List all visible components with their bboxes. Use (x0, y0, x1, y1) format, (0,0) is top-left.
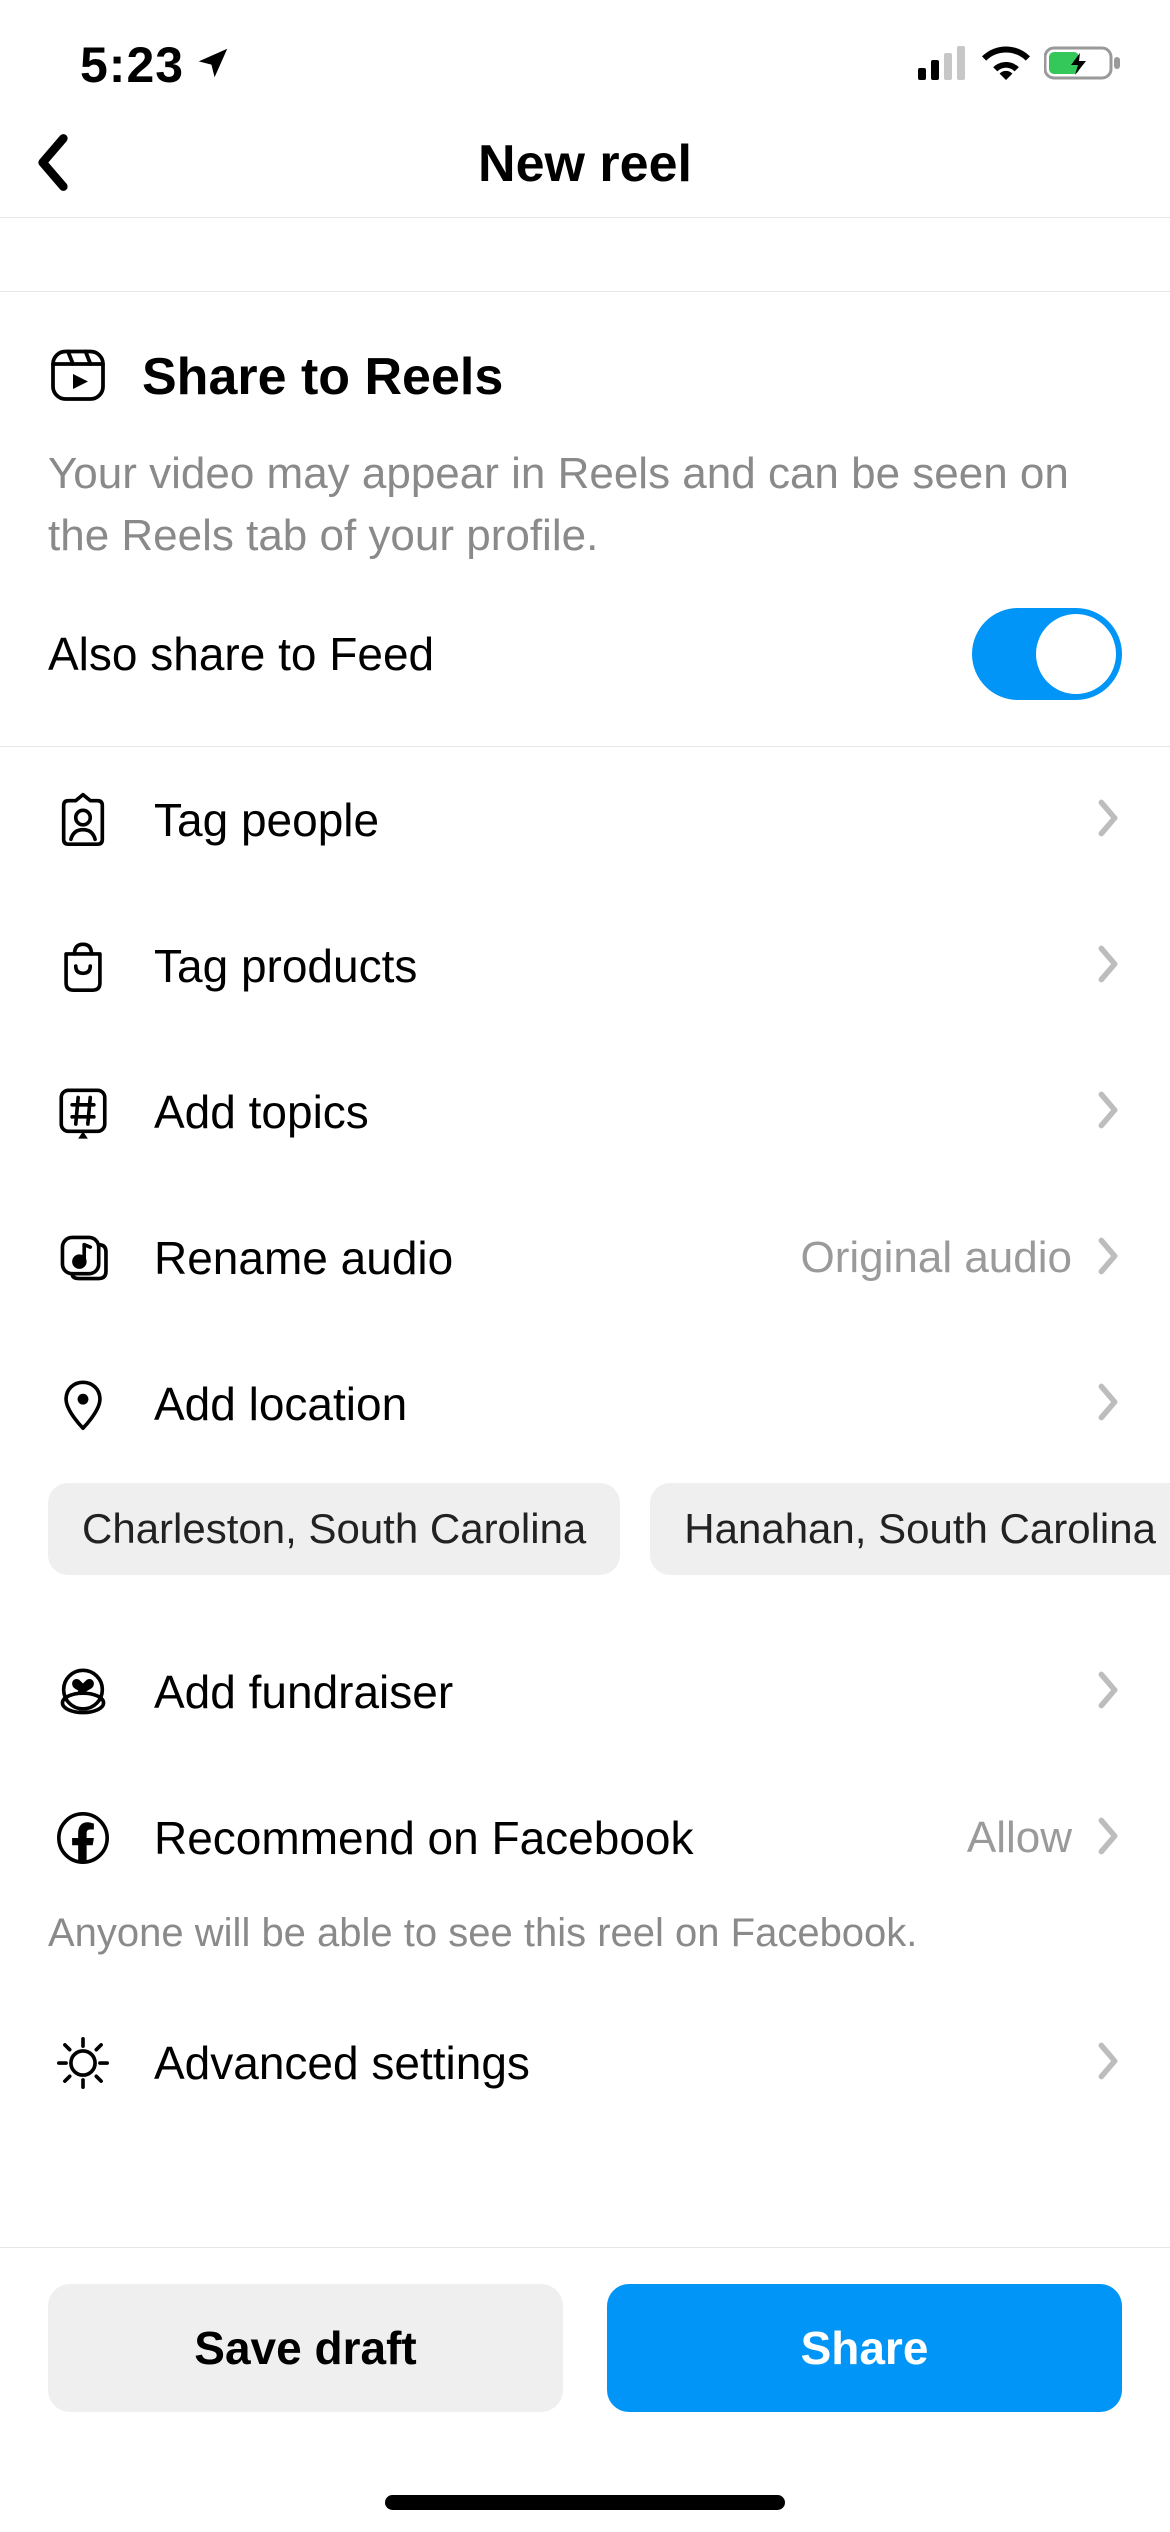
chevron-right-icon (1094, 1382, 1122, 1427)
person-tag-icon (48, 791, 118, 849)
location-chip[interactable]: Charleston, South Carolina (48, 1483, 620, 1575)
audio-icon (48, 1229, 118, 1287)
add-location-row[interactable]: Add location (0, 1331, 1170, 1477)
add-fundraiser-label: Add fundraiser (154, 1665, 453, 1719)
chevron-right-icon (1094, 1670, 1122, 1715)
chevron-left-icon (32, 131, 74, 193)
also-share-to-feed-label: Also share to Feed (48, 627, 434, 681)
share-to-reels-description: Your video may appear in Reels and can b… (48, 443, 1122, 566)
recommend-on-facebook-description: Anyone will be able to see this reel on … (0, 1911, 1170, 1988)
reels-icon (48, 344, 108, 409)
status-time-text: 5:23 (80, 36, 184, 94)
tag-products-row[interactable]: Tag products (0, 893, 1170, 1039)
home-indicator (385, 2495, 785, 2510)
chevron-right-icon (1094, 1090, 1122, 1135)
separator-strip (0, 218, 1170, 292)
advanced-settings-label: Advanced settings (154, 2036, 530, 2090)
chevron-right-icon (1094, 1236, 1122, 1281)
add-topics-label: Add topics (154, 1085, 369, 1139)
also-share-to-feed-toggle[interactable] (972, 608, 1122, 700)
share-button[interactable]: Share (607, 2284, 1122, 2412)
save-draft-button[interactable]: Save draft (48, 2284, 563, 2412)
add-location-label: Add location (154, 1377, 407, 1431)
tag-products-label: Tag products (154, 939, 417, 993)
facebook-icon (48, 1809, 118, 1867)
page-title: New reel (478, 134, 692, 194)
hashtag-icon (48, 1083, 118, 1141)
status-time: 5:23 (80, 36, 232, 94)
share-to-reels-title: Share to Reels (142, 347, 503, 407)
chevron-right-icon (1094, 1816, 1122, 1861)
chevron-right-icon (1094, 2041, 1122, 2086)
location-chip[interactable]: Hanahan, South Carolina (650, 1483, 1170, 1575)
add-topics-row[interactable]: Add topics (0, 1039, 1170, 1185)
nav-bar: New reel (0, 110, 1170, 218)
rename-audio-row[interactable]: Rename audio Original audio (0, 1185, 1170, 1331)
chevron-right-icon (1094, 798, 1122, 843)
tag-people-label: Tag people (154, 793, 379, 847)
advanced-settings-row[interactable]: Advanced settings (0, 1988, 1170, 2138)
share-to-reels-section: Share to Reels Your video may appear in … (0, 292, 1170, 566)
shopping-bag-icon (48, 937, 118, 995)
location-suggestions: Charleston, South Carolina Hanahan, Sout… (0, 1477, 1170, 1619)
cellular-signal-icon (918, 46, 968, 85)
rename-audio-value: Original audio (801, 1233, 1073, 1283)
location-services-icon (194, 36, 232, 94)
recommend-on-facebook-row[interactable]: Recommend on Facebook Allow (0, 1765, 1170, 1911)
back-button[interactable] (20, 119, 86, 208)
toggle-knob (1036, 614, 1116, 694)
gear-icon (48, 2034, 118, 2092)
recommend-on-facebook-value: Allow (967, 1813, 1072, 1863)
status-bar: 5:23 (0, 0, 1170, 110)
tag-people-row[interactable]: Tag people (0, 747, 1170, 893)
fundraiser-icon (48, 1663, 118, 1721)
location-pin-icon (48, 1375, 118, 1433)
rename-audio-label: Rename audio (154, 1231, 453, 1285)
chevron-right-icon (1094, 944, 1122, 989)
also-share-to-feed-row: Also share to Feed (0, 566, 1170, 747)
bottom-action-bar: Save draft Share (0, 2247, 1170, 2532)
add-fundraiser-row[interactable]: Add fundraiser (0, 1619, 1170, 1765)
battery-charging-icon (1044, 45, 1122, 86)
wifi-icon (982, 46, 1030, 85)
recommend-on-facebook-label: Recommend on Facebook (154, 1811, 694, 1865)
